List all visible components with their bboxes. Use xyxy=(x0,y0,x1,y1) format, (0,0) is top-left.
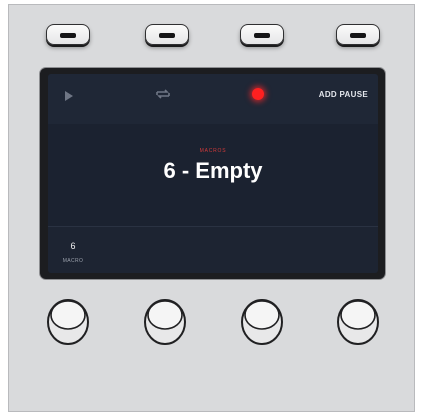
knob-3[interactable] xyxy=(240,294,284,346)
knob-4[interactable] xyxy=(336,294,380,346)
macro-section-label: MACROS xyxy=(199,148,227,154)
lcd-top-bar xyxy=(48,74,378,124)
soft-button-4[interactable] xyxy=(336,24,380,45)
loop-icon[interactable] xyxy=(155,89,171,99)
knob-caption: MACRO xyxy=(62,258,84,264)
button-bar-icon xyxy=(350,32,366,38)
record-icon[interactable] xyxy=(252,88,264,100)
button-bar-icon xyxy=(254,32,270,38)
soft-button-2[interactable] xyxy=(145,24,189,45)
soft-button-1[interactable] xyxy=(46,24,90,45)
add-pause-label[interactable]: ADD PAUSE xyxy=(319,90,368,99)
play-icon[interactable] xyxy=(65,91,73,101)
knob-2[interactable] xyxy=(143,294,187,346)
lcd-screen: ADD PAUSE MACROS 6 - Empty 6 MACRO xyxy=(48,74,378,273)
soft-button-3[interactable] xyxy=(240,24,284,45)
button-bar-icon xyxy=(159,32,175,38)
knob-value: 6 xyxy=(70,241,76,251)
macro-title: 6 - Empty xyxy=(163,158,263,183)
lcd-bottom-bar xyxy=(48,226,378,273)
button-bar-icon xyxy=(60,32,76,38)
knob-1[interactable] xyxy=(46,294,90,346)
